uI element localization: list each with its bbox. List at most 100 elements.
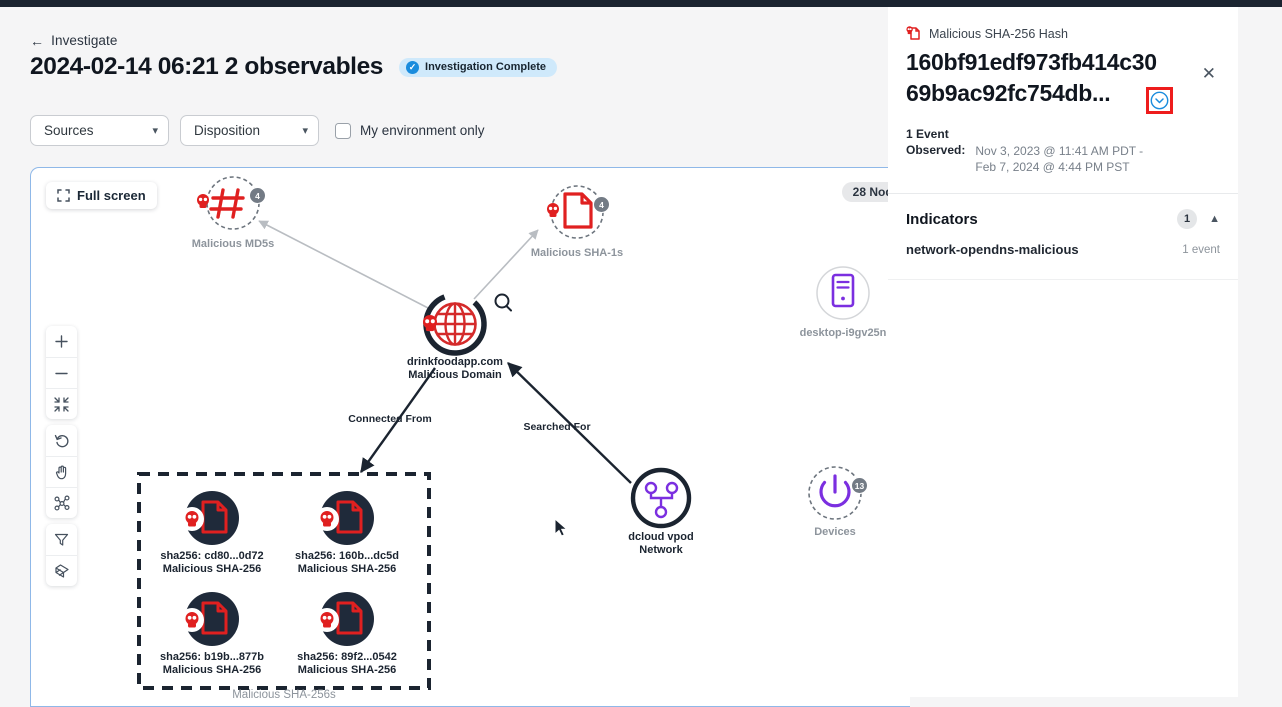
filter-bar: Sources ▾ Disposition ▾ My environment o… <box>30 115 485 146</box>
observable-type-label: Malicious SHA-256 Hash <box>929 26 1068 41</box>
status-badge: ✓ Investigation Complete <box>399 57 558 77</box>
zoom-out-button[interactable] <box>46 357 77 388</box>
indicators-header-right: 1 ▲ <box>1177 209 1220 229</box>
node-label-network[interactable]: dcloud vpod Network <box>628 531 693 557</box>
reset-button[interactable] <box>46 425 77 456</box>
graph-canvas[interactable] <box>31 168 910 707</box>
indicator-event-count: 1 event <box>1182 243 1220 256</box>
node-label-line2: Malicious SHA-256 <box>162 563 262 575</box>
node-label-line2: Malicious Domain <box>408 369 502 381</box>
node-label-line2: Malicious SHA-256 <box>297 664 397 676</box>
search-icon-on-node <box>494 293 512 312</box>
node-badge-md5s: 4 <box>249 187 266 204</box>
minus-icon <box>55 372 68 374</box>
zoom-in-button[interactable] <box>46 326 77 357</box>
chevron-down-icon: ▾ <box>302 125 308 137</box>
indicator-row[interactable]: network-opendns-malicious 1 event <box>906 242 1220 257</box>
node-label-md5s[interactable]: Malicious MD5s <box>192 238 275 251</box>
graph-panel[interactable]: 4 4 13 Malicious MD5s Malicious SHA-1s d… <box>30 167 910 707</box>
disposition-select[interactable]: Disposition ▾ <box>180 115 319 146</box>
node-label-line2: Network <box>639 544 683 556</box>
observed-key: Observed: <box>906 143 966 157</box>
chevron-down-circle-icon[interactable] <box>1150 91 1169 110</box>
pan-button[interactable] <box>46 456 77 487</box>
main-content: ← Investigate 2024-02-14 06:21 2 observa… <box>0 7 910 707</box>
breadcrumb-label[interactable]: Investigate <box>51 33 117 48</box>
disposition-select-label: Disposition <box>194 123 261 138</box>
app-top-bar <box>0 0 1282 7</box>
observable-type: Malicious SHA-256 Hash <box>906 26 1068 41</box>
malicious-file-icon <box>906 26 920 40</box>
node-badge-sha1s: 4 <box>593 196 610 213</box>
plus-icon <box>55 335 68 348</box>
node-label-line1: sha256: cd80...0d72 <box>160 550 264 562</box>
node-badge-devices: 13 <box>851 477 868 494</box>
node-label-sha1s[interactable]: Malicious SHA-1s <box>531 247 623 260</box>
node-label-line1: sha256: b19b...877b <box>160 651 264 663</box>
breadcrumb[interactable]: ← Investigate <box>30 33 118 48</box>
group-label-sha256s: Malicious SHA-256s <box>232 689 336 701</box>
node-label-line1: Malicious SHA-1s <box>530 247 624 259</box>
my-environment-checkbox[interactable]: My environment only <box>335 122 485 139</box>
node-label-devices[interactable]: Devices <box>814 526 856 539</box>
sources-select-label: Sources <box>44 123 94 138</box>
indicators-count-badge: 1 <box>1177 209 1198 229</box>
edge-label-searched-for: Searched For <box>523 421 591 433</box>
arrow-left-icon: ← <box>30 32 45 49</box>
layers-icon <box>54 564 69 578</box>
sources-select[interactable]: Sources ▾ <box>30 115 169 146</box>
fit-to-screen-button[interactable] <box>46 388 77 419</box>
node-label-sha256-1[interactable]: sha256: cd80...0d72 Malicious SHA-256 <box>160 550 263 576</box>
panel-divider <box>888 193 1238 194</box>
node-label-sha256-3[interactable]: sha256: b19b...877b Malicious SHA-256 <box>160 651 264 677</box>
layers-button[interactable] <box>46 555 77 586</box>
close-panel-button[interactable]: ✕ <box>1202 65 1216 82</box>
node-label-line1: sha256: 89f2...0542 <box>297 651 397 663</box>
node-label-line1: dcloud vpod <box>628 531 694 543</box>
view-tool-group <box>46 524 77 586</box>
hand-icon <box>55 465 66 480</box>
node-label-sha256-2[interactable]: sha256: 160b...dc5d Malicious SHA-256 <box>295 550 399 576</box>
status-badge-label: Investigation Complete <box>425 61 547 73</box>
undo-icon <box>54 434 69 447</box>
graph-toolbar[interactable] <box>46 326 77 586</box>
indicators-heading: Indicators <box>906 210 978 228</box>
full-screen-label: Full screen <box>77 188 146 203</box>
check-circle-icon: ✓ <box>406 60 420 74</box>
title-row: 2024-02-14 06:21 2 observables ✓ Investi… <box>30 53 558 81</box>
chevron-down-icon: ▾ <box>152 125 158 137</box>
full-screen-button[interactable]: Full screen <box>46 182 157 209</box>
indicator-name: network-opendns-malicious <box>906 242 1079 257</box>
funnel-icon <box>54 533 69 546</box>
interaction-tool-group <box>46 425 77 518</box>
node-label-sha256-4[interactable]: sha256: 89f2...0542 Malicious SHA-256 <box>297 651 397 677</box>
mouse-cursor <box>554 518 568 537</box>
node-label-line1: sha256: 160b...dc5d <box>295 550 399 562</box>
chevron-up-icon[interactable]: ▲ <box>1209 213 1220 225</box>
observable-title: 160bf91edf973fb414c3069b9ac92fc754db... <box>906 49 1157 106</box>
page-title: 2024-02-14 06:21 2 observables <box>30 53 384 80</box>
detail-side-panel: Malicious SHA-256 Hash 160bf91edf973fb41… <box>888 7 1238 697</box>
collapse-arrows-icon <box>54 396 69 412</box>
panel-divider-secondary <box>888 279 1238 280</box>
node-label-line1: Malicious MD5s <box>191 238 275 250</box>
layout-button[interactable] <box>46 487 77 518</box>
observed-row: Observed: Nov 3, 2023 @ 11:41 AM PDT - F… <box>906 143 1150 175</box>
filter-button[interactable] <box>46 524 77 555</box>
zoom-tool-group <box>46 326 77 419</box>
observed-value: Nov 3, 2023 @ 11:41 AM PDT - Feb 7, 2024… <box>975 144 1144 174</box>
node-label-line2: Malicious SHA-256 <box>162 664 262 676</box>
checkbox-box[interactable] <box>335 122 351 139</box>
expand-icon <box>57 189 70 202</box>
node-label-line2: Malicious SHA-256 <box>297 563 397 575</box>
graph-nodes-icon <box>54 495 70 511</box>
my-environment-label: My environment only <box>360 123 485 138</box>
edge-label-connected-from: Connected From <box>348 413 432 425</box>
node-label-line1: desktop-i9gv25n <box>799 327 887 339</box>
node-label-domain[interactable]: drinkfoodapp.com Malicious Domain <box>407 356 503 382</box>
node-label-line1: drinkfoodapp.com <box>407 356 503 368</box>
node-label-desktop[interactable]: desktop-i9gv25n <box>800 327 887 340</box>
event-count-label: 1 Event <box>906 127 949 141</box>
expand-title-highlight[interactable] <box>1146 87 1173 114</box>
indicators-header[interactable]: Indicators 1 ▲ <box>906 209 1220 229</box>
